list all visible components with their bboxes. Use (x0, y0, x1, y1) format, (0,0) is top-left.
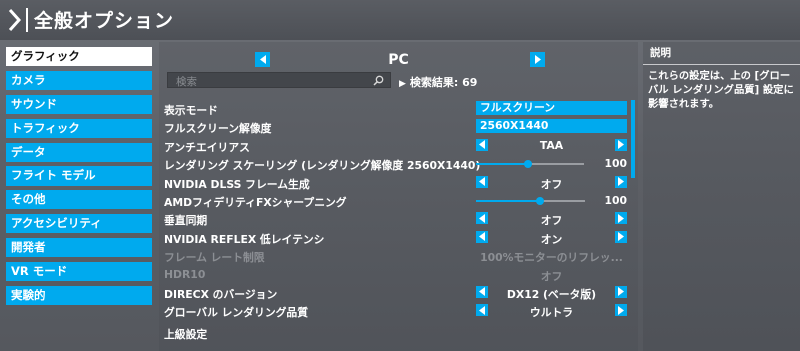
chevron-right-icon (534, 55, 541, 64)
setting-row-render-scaling[interactable]: レンダリング スケーリング (レンダリング解像度 2560X1440) 100 (159, 155, 638, 173)
title-bar: 全般オプション (0, 0, 800, 40)
next-option-button[interactable] (615, 138, 627, 151)
next-option-button[interactable] (615, 285, 627, 298)
setting-row-nvidia-reflex[interactable]: NVIDIA REFLEX 低レイテンシ オン (159, 229, 638, 247)
section-heading-advanced: 上級設定 (164, 328, 208, 341)
setting-value: オン (540, 232, 563, 246)
category-sidebar: グラフィック カメラ サウンド トラフィック データ フライト モデル その他 … (6, 47, 152, 310)
setting-label: グローバル レンダリング品質 (164, 306, 309, 320)
chevron-right-icon (618, 177, 624, 187)
setting-row-fullscreen-resolution[interactable]: フルスクリーン解像度 2560X1440 (159, 118, 638, 136)
setting-label: NVIDIA DLSS フレーム生成 (164, 177, 310, 191)
setting-label: 垂直同期 (164, 214, 208, 228)
setting-value: ウルトラ (529, 306, 574, 320)
results-arrow-icon: ▶ (399, 79, 406, 89)
sidebar-item-experimental[interactable]: 実験的 (6, 285, 152, 305)
display-mode-field[interactable]: フルスクリーン (476, 101, 627, 115)
settings-panel: PC 検索 ▶ 検索結果: 69 表示モード フルスクリーン フルスクリーン解像度… (159, 42, 638, 351)
setting-value: 100%モニターのリフレッ... (480, 251, 623, 265)
sidebar-item-misc[interactable]: その他 (6, 190, 152, 210)
setting-value: オフ (540, 214, 563, 228)
profile-label: PC (388, 52, 409, 68)
next-option-button[interactable] (615, 212, 627, 225)
setting-value: オフ (540, 177, 563, 191)
setting-value: オフ (540, 269, 563, 283)
next-option-button[interactable] (615, 304, 627, 317)
slider-value: 100 (604, 193, 627, 207)
page-title: 全般オプション (34, 10, 175, 32)
chevron-right-icon (618, 287, 624, 297)
settings-scrollbar[interactable] (631, 100, 635, 178)
search-icon (373, 75, 384, 86)
resolution-field[interactable]: 2560X1440 (476, 119, 627, 134)
description-body: これらの設定は、上の [グローバル レンダリング品質] 設定に影響されます。 (648, 70, 794, 110)
setting-label: DIRECX のバージョン (164, 287, 278, 301)
header-separator (26, 8, 28, 32)
settings-list: 表示モード フルスクリーン フルスクリーン解像度 2560X1440 アンチエイ… (159, 100, 638, 321)
sidebar-item-accessibility[interactable]: アクセシビリティ (6, 214, 152, 234)
setting-row-display-mode[interactable]: 表示モード フルスクリーン (159, 100, 638, 118)
sidebar-item-graphics[interactable]: グラフィック (6, 47, 152, 67)
chevron-right-icon (618, 305, 624, 315)
slider-handle[interactable] (524, 160, 532, 169)
setting-label: フレーム レート制限 (164, 251, 265, 265)
setting-label: フルスクリーン解像度 (164, 122, 272, 136)
sidebar-item-sound[interactable]: サウンド (6, 94, 152, 114)
setting-label: レンダリング スケーリング (レンダリング解像度 2560X1440) (164, 159, 481, 173)
slider-fill (476, 163, 528, 166)
sidebar-item-camera[interactable]: カメラ (6, 70, 152, 91)
setting-label: NVIDIA REFLEX 低レイテンシ (164, 232, 325, 246)
slider-value: 100 (604, 157, 627, 171)
setting-value: TAA (539, 138, 564, 152)
chevron-right-icon (618, 140, 624, 150)
search-placeholder: 検索 (176, 76, 197, 88)
setting-row-vsync[interactable]: 垂直同期 オフ (159, 210, 638, 228)
setting-row-fidelityfx-sharpening[interactable]: AMDフィデリティFXシャープニング 100 (159, 192, 638, 210)
sidebar-item-flight-model[interactable]: フライト モデル (6, 166, 152, 186)
search-input[interactable]: 検索 (167, 72, 391, 88)
sidebar-item-developer[interactable]: 開発者 (6, 238, 152, 258)
setting-label: アンチエイリアス (164, 140, 250, 154)
setting-row-hdr10: HDR10 オフ (159, 266, 638, 284)
setting-label: AMDフィデリティFXシャープニング (164, 195, 347, 209)
description-divider (643, 64, 800, 65)
sidebar-item-data[interactable]: データ (6, 142, 152, 162)
description-title: 説明 (650, 47, 671, 59)
setting-row-frame-rate-limit: フレーム レート制限 100%モニターのリフレッ... (159, 247, 638, 265)
chevron-right-icon (618, 232, 624, 242)
setting-row-directx-version[interactable]: DIRECX のバージョン DX12 (ベータ版) (159, 284, 638, 302)
description-panel: 説明 これらの設定は、上の [グローバル レンダリング品質] 設定に影響されます… (643, 42, 800, 351)
next-option-button[interactable] (615, 175, 627, 188)
setting-row-dlss-frame-generation[interactable]: NVIDIA DLSS フレーム生成 オフ (159, 174, 638, 192)
setting-value: DX12 (ベータ版) (506, 287, 597, 301)
next-option-button[interactable] (615, 230, 627, 243)
slider-fill (476, 199, 539, 202)
slider-track (528, 163, 584, 166)
profile-next-button[interactable] (530, 52, 545, 67)
slider-track (539, 199, 585, 202)
chevron-right-icon[interactable] (8, 6, 22, 34)
setting-label: HDR10 (164, 267, 206, 281)
setting-label: 表示モード (164, 104, 218, 117)
setting-row-global-render-quality[interactable]: グローバル レンダリング品質 ウルトラ (159, 302, 638, 320)
sidebar-item-vr-mode[interactable]: VR モード (6, 261, 152, 282)
setting-row-anti-aliasing[interactable]: アンチエイリアス TAA (159, 137, 638, 155)
results-text: 検索結果: 69 (409, 76, 478, 89)
sidebar-item-traffic[interactable]: トラフィック (6, 118, 152, 138)
search-results-count: ▶ 検索結果: 69 (399, 74, 477, 90)
chevron-right-icon (618, 213, 624, 223)
slider-handle[interactable] (536, 196, 544, 205)
